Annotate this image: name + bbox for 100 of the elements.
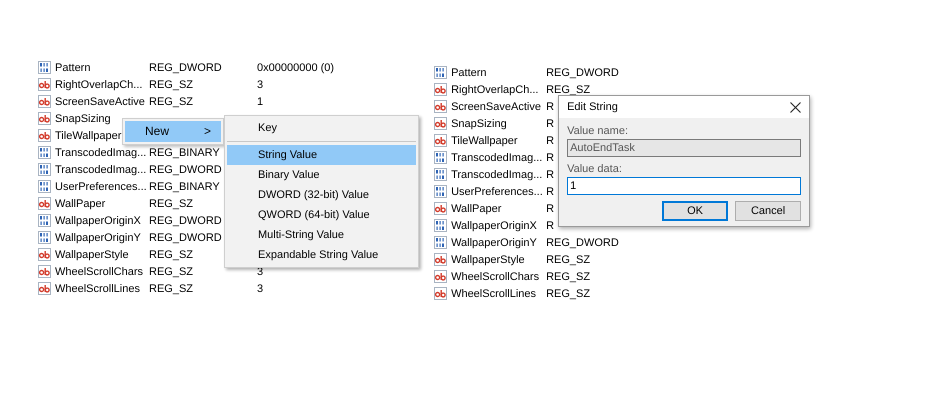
string-value-icon	[434, 287, 448, 300]
binary-value-icon	[434, 66, 448, 79]
binary-value-icon	[434, 168, 448, 181]
value-name: UserPreferences...	[451, 186, 544, 198]
value-name: TileWallpaper	[55, 130, 122, 142]
value-type: REG_DWORD	[149, 214, 222, 226]
string-value-icon	[38, 248, 51, 261]
value-name: RightOverlapCh...	[55, 78, 144, 90]
value-name: ScreenSaveActive	[451, 100, 542, 112]
string-value-icon	[38, 78, 51, 91]
value-data: 3	[257, 282, 264, 294]
ok-button[interactable]: OK	[662, 201, 728, 221]
value-name: TranscodedImag...	[451, 152, 544, 164]
value-type: REG_SZ	[149, 266, 194, 278]
menu-item[interactable]: Expandable String Value	[227, 245, 416, 265]
binary-value-icon	[38, 163, 51, 176]
value-type: REG_SZ	[546, 84, 590, 96]
value-name: WheelScrollLines	[55, 282, 141, 294]
value-name: RightOverlapCh...	[451, 84, 540, 96]
value-type: R	[546, 152, 554, 164]
binary-value-icon	[38, 146, 51, 159]
menu-item[interactable]: Multi-String Value	[227, 225, 416, 245]
string-value-icon	[434, 117, 448, 130]
string-value-icon	[434, 253, 448, 266]
value-name: WheelScrollChars	[451, 270, 540, 282]
menu-item[interactable]: QWORD (64-bit) Value	[227, 205, 416, 225]
value-type: REG_SZ	[149, 248, 194, 260]
value-name: WallPaper	[55, 198, 106, 210]
value-type: REG_SZ	[149, 96, 194, 108]
binary-value-icon	[38, 214, 51, 227]
value-name: Pattern	[451, 66, 488, 78]
value-data: 0x00000000 (0)	[257, 62, 334, 74]
value-type: REG_SZ	[546, 270, 590, 282]
menu-item[interactable]: DWORD (32-bit) Value	[227, 185, 416, 205]
value-name: TranscodedImag...	[55, 146, 148, 158]
string-value-icon	[434, 270, 448, 283]
value-type: REG_DWORD	[149, 164, 222, 176]
cancel-button[interactable]: Cancel	[735, 201, 802, 221]
binary-value-icon	[434, 185, 448, 198]
value-name: TileWallpaper	[451, 134, 518, 146]
string-value-icon	[434, 100, 448, 113]
binary-value-icon	[434, 219, 448, 232]
string-value-icon	[38, 265, 51, 278]
value-name: TranscodedImag...	[451, 168, 544, 180]
binary-value-icon	[38, 180, 51, 193]
value-name: UserPreferences...	[55, 180, 148, 192]
value-type: REG_BINARY	[149, 180, 220, 192]
value-name: ScreenSaveActive	[55, 96, 146, 108]
value-data: 1	[257, 96, 264, 108]
binary-value-icon	[434, 236, 448, 249]
value-name-field[interactable]: AutoEndTask	[567, 139, 802, 157]
value-name: Pattern	[55, 62, 92, 74]
value-type: R	[546, 186, 554, 198]
value-data: 3	[257, 78, 264, 90]
value-type: REG_SZ	[546, 288, 590, 300]
value-name: WallpaperOriginY	[451, 236, 538, 248]
value-type: R	[546, 118, 554, 130]
value-name: WallpaperOriginX	[451, 220, 538, 232]
value-name: WallpaperStyle	[451, 254, 526, 266]
dialog-title: Edit String	[567, 101, 618, 113]
value-name: WallPaper	[451, 202, 502, 214]
string-value-icon	[38, 112, 51, 125]
close-icon[interactable]	[790, 102, 802, 112]
value-type: REG_DWORD	[149, 62, 222, 74]
value-data-field[interactable]: 1	[567, 177, 802, 195]
value-type: R	[546, 168, 554, 180]
value-name: SnapSizing	[55, 112, 112, 124]
field-label: Value data:	[567, 163, 623, 175]
value-name: TranscodedImag...	[55, 164, 148, 176]
value-type: R	[546, 220, 554, 232]
value-type: REG_SZ	[149, 78, 194, 90]
value-type: REG_SZ	[546, 254, 590, 266]
value-type: R	[546, 202, 554, 214]
string-value-icon	[434, 202, 448, 215]
value-name: WallpaperStyle	[55, 248, 130, 260]
value-type: REG_DWORD	[149, 232, 222, 244]
value-type: REG_DWORD	[546, 236, 619, 248]
field-label: Value name:	[567, 125, 630, 137]
value-type: R	[546, 100, 554, 112]
value-type: REG_SZ	[149, 282, 194, 294]
value-name: WallpaperOriginY	[55, 232, 142, 244]
value-type: REG_BINARY	[149, 146, 220, 158]
value-name: WheelScrollChars	[55, 266, 144, 278]
menu-item[interactable]: Binary Value	[227, 165, 416, 185]
value-name: WheelScrollLines	[451, 288, 538, 300]
value-name: SnapSizing	[451, 118, 508, 130]
binary-value-icon	[38, 61, 51, 74]
binary-value-icon	[38, 231, 51, 244]
menu-item[interactable]: New >	[125, 121, 221, 142]
menu-item[interactable]: Key	[227, 118, 416, 138]
menu-item[interactable]: String Value	[227, 145, 416, 165]
string-value-icon	[434, 83, 448, 96]
string-value-icon	[38, 95, 51, 108]
string-value-icon	[38, 197, 51, 210]
value-type: REG_DWORD	[546, 66, 619, 78]
string-value-icon	[434, 134, 448, 147]
value-name: WallpaperOriginX	[55, 214, 142, 226]
binary-value-icon	[434, 151, 448, 164]
string-value-icon	[38, 129, 51, 142]
value-type: R	[546, 134, 554, 146]
